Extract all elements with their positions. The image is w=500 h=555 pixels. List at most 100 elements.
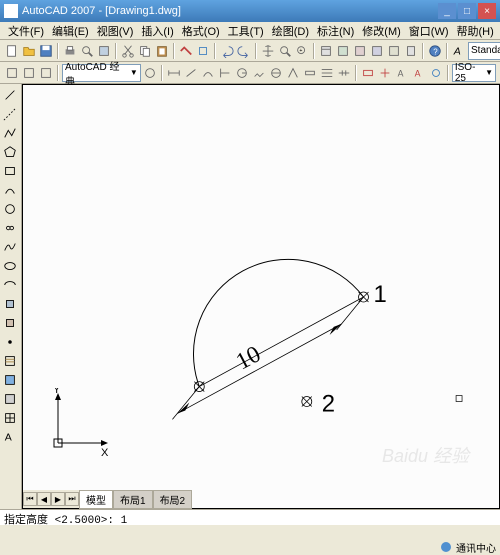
copy-button[interactable] (137, 42, 153, 60)
insert-block-button[interactable] (1, 295, 19, 313)
dim-angular-button[interactable] (285, 64, 301, 82)
dim-tedit-button[interactable]: A (411, 64, 427, 82)
comm-center-label[interactable]: 通讯中心 (456, 540, 496, 555)
construction-line-button[interactable] (1, 105, 19, 123)
tab-first-button[interactable]: ⏮ (23, 492, 37, 506)
gradient-button[interactable] (1, 371, 19, 389)
dim-style-select[interactable]: ISO-25 ▼ (452, 64, 496, 82)
dim-center-button[interactable] (377, 64, 393, 82)
menu-window[interactable]: 窗口(W) (405, 23, 453, 39)
new-button[interactable] (4, 42, 20, 60)
dim-arc-button[interactable] (200, 64, 216, 82)
menu-edit[interactable]: 编辑(E) (48, 23, 93, 39)
redo-button[interactable] (236, 42, 252, 60)
dim-quick-button[interactable] (302, 64, 318, 82)
menu-dimension[interactable]: 标注(N) (313, 23, 358, 39)
properties-button[interactable] (318, 42, 334, 60)
save-button[interactable] (38, 42, 54, 60)
dim-ord-button[interactable] (217, 64, 233, 82)
arc-button[interactable] (1, 181, 19, 199)
tab-next-button[interactable]: ▶ (51, 492, 65, 506)
help-button[interactable]: ? (427, 42, 443, 60)
drawing-canvas-area[interactable]: 10 1 2 (22, 84, 500, 509)
chevron-down-icon: ▼ (130, 68, 138, 77)
match-button[interactable] (178, 42, 194, 60)
comm-center-icon[interactable] (440, 541, 452, 553)
menu-draw[interactable]: 绘图(D) (268, 23, 313, 39)
ucs-y-label: Y (53, 388, 61, 396)
circle-button[interactable] (1, 200, 19, 218)
menu-modify[interactable]: 修改(M) (358, 23, 405, 39)
undo-button[interactable] (219, 42, 235, 60)
tab-last-button[interactable]: ⏭ (65, 492, 79, 506)
svg-text:+: + (299, 47, 302, 53)
tab-layout2[interactable]: 布局2 (153, 490, 193, 509)
dim-update-button[interactable] (428, 64, 444, 82)
block-button[interactable] (195, 42, 211, 60)
w1-button[interactable] (4, 64, 20, 82)
dim-linear-button[interactable] (166, 64, 182, 82)
tab-layout1[interactable]: 布局1 (113, 490, 153, 509)
zoom-realtime-button[interactable]: + (294, 42, 310, 60)
dim-aligned-button[interactable] (183, 64, 199, 82)
tab-model[interactable]: 模型 (79, 490, 113, 509)
ucs-icon: Y X (43, 388, 113, 458)
w2-button[interactable] (21, 64, 37, 82)
ellipse-button[interactable] (1, 257, 19, 275)
command-line[interactable]: 指定高度 <2.5000>: 1 (0, 509, 500, 525)
close-button[interactable]: × (478, 3, 496, 19)
svg-text:A: A (453, 45, 461, 57)
status-bar: 通讯中心 (440, 539, 496, 555)
dim-tol-button[interactable] (360, 64, 376, 82)
dim-continue-button[interactable] (336, 64, 352, 82)
ws-settings-button[interactable] (142, 64, 158, 82)
svg-text:A: A (414, 68, 420, 78)
dcenter-button[interactable] (335, 42, 351, 60)
dim-baseline-button[interactable] (319, 64, 335, 82)
maximize-button[interactable]: □ (458, 3, 476, 19)
dim-radius-button[interactable] (234, 64, 250, 82)
separator (313, 43, 315, 59)
minimize-button[interactable]: _ (438, 3, 456, 19)
zoom-button[interactable] (277, 42, 293, 60)
menu-view[interactable]: 视图(V) (93, 23, 138, 39)
revcloud-button[interactable] (1, 219, 19, 237)
menu-format[interactable]: 格式(O) (178, 23, 224, 39)
chevron-down-icon: ▼ (485, 68, 493, 77)
polygon-button[interactable] (1, 143, 19, 161)
ellipse-arc-button[interactable] (1, 276, 19, 294)
spline-button[interactable] (1, 238, 19, 256)
w3-button[interactable] (38, 64, 54, 82)
text-style-icon[interactable]: A (451, 42, 467, 60)
mtext-button[interactable]: A (1, 428, 19, 446)
menu-tools[interactable]: 工具(T) (224, 23, 268, 39)
markup-button[interactable] (386, 42, 402, 60)
polyline-button[interactable] (1, 124, 19, 142)
line-button[interactable] (1, 86, 19, 104)
region-button[interactable] (1, 390, 19, 408)
text-style-select[interactable]: Standard ▼ (468, 42, 500, 60)
paste-button[interactable] (154, 42, 170, 60)
make-block-button[interactable] (1, 314, 19, 332)
rectangle-button[interactable] (1, 162, 19, 180)
dim-edit-button[interactable]: A (394, 64, 410, 82)
menu-insert[interactable]: 插入(I) (137, 23, 177, 39)
svg-text:A: A (397, 68, 403, 78)
calc-button[interactable] (403, 42, 419, 60)
pan-button[interactable] (260, 42, 276, 60)
tab-nav: ⏮ ◀ ▶ ⏭ (23, 492, 79, 506)
workspace-select[interactable]: AutoCAD 经典 ▼ (62, 64, 141, 82)
tab-prev-button[interactable]: ◀ (37, 492, 51, 506)
open-button[interactable] (21, 42, 37, 60)
table-button[interactable] (1, 409, 19, 427)
separator (161, 65, 163, 81)
dim-jogged-button[interactable] (251, 64, 267, 82)
menu-help[interactable]: 帮助(H) (453, 23, 498, 39)
toolpalette-button[interactable] (352, 42, 368, 60)
sheet-button[interactable] (369, 42, 385, 60)
layout-tabs: ⏮ ◀ ▶ ⏭ 模型 布局1 布局2 (23, 490, 192, 508)
dim-diameter-button[interactable] (268, 64, 284, 82)
menu-file[interactable]: 文件(F) (4, 23, 48, 39)
point-button[interactable] (1, 333, 19, 351)
hatch-button[interactable] (1, 352, 19, 370)
